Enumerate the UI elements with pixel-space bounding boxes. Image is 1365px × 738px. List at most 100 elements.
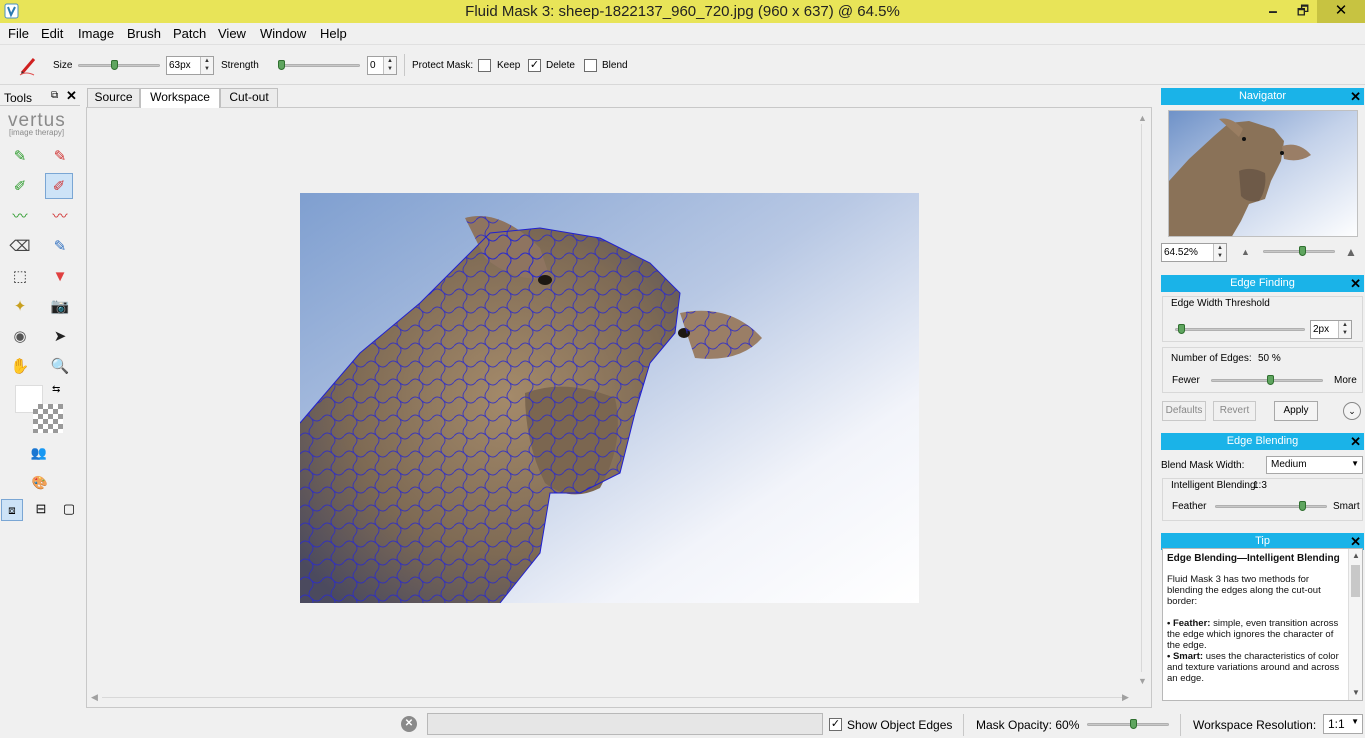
workspace-resolution-value: 1:1 — [1328, 717, 1345, 731]
tip-smart-term: • Smart: — [1167, 651, 1204, 662]
status-divider-2 — [1180, 714, 1181, 736]
menu-brush[interactable]: Brush — [127, 26, 161, 41]
horizontal-scrollbar[interactable] — [102, 697, 1122, 698]
size-slider[interactable] — [78, 64, 160, 67]
revert-button[interactable]: Revert — [1213, 401, 1256, 421]
zoom-tool-icon[interactable]: 🔍 — [46, 354, 74, 380]
vertical-scrollbar[interactable] — [1141, 124, 1142, 672]
palette-icon[interactable]: 🎨 — [26, 470, 54, 496]
show-object-edges-checkbox[interactable]: ✓ — [829, 718, 842, 731]
edge-width-spinbox[interactable]: 2px ▲ ▼ — [1310, 320, 1352, 339]
delete-checkbox[interactable]: ✓ — [528, 59, 541, 72]
number-of-edges-thumb[interactable] — [1267, 375, 1274, 385]
navigator-thumbnail[interactable] — [1168, 110, 1358, 237]
keep-brush-tool-icon[interactable]: ✎ — [6, 144, 34, 170]
navigator-zoom-thumb[interactable] — [1299, 246, 1306, 256]
edge-width-arrows[interactable]: ▲ ▼ — [1338, 321, 1351, 338]
background-color-swatch[interactable] — [33, 404, 63, 433]
zoom-in-icon[interactable]: ▲ — [1345, 245, 1357, 259]
close-button[interactable]: ✕ — [1317, 0, 1365, 23]
menu-window[interactable]: Window — [260, 26, 306, 41]
restore-button[interactable]: 🗗 — [1288, 0, 1318, 23]
workspace-resolution-select[interactable]: 1:1 ▼ — [1323, 714, 1363, 734]
tip-title: Tip — [1255, 535, 1270, 547]
strength-slider-thumb[interactable] — [278, 60, 285, 70]
tab-workspace[interactable]: Workspace — [140, 88, 220, 108]
blend-checkbox[interactable] — [584, 59, 597, 72]
menu-patch[interactable]: Patch — [173, 26, 206, 41]
scroll-right-arrow[interactable]: ▶ — [1122, 692, 1129, 703]
delete-local-brush-tool-icon[interactable]: ✐ — [45, 173, 73, 199]
menu-image[interactable]: Image — [78, 26, 114, 41]
title-bar: Fluid Mask 3: sheep-1822137_960_720.jpg … — [0, 0, 1365, 23]
tip-text: Edge Blending—Intelligent Blending Fluid… — [1167, 553, 1347, 684]
size-slider-thumb[interactable] — [110, 60, 118, 70]
close-navigator-icon[interactable]: ✕ — [1350, 88, 1361, 105]
camera-tool-icon[interactable]: 📷 — [46, 294, 74, 320]
blend-mask-width-select[interactable]: Medium ▼ — [1266, 456, 1363, 474]
keep-exact-brush-tool-icon[interactable]: 〰 — [6, 204, 34, 230]
tip-scroll-thumb[interactable] — [1351, 565, 1360, 597]
split-view-icon[interactable]: ⊟ — [30, 499, 52, 521]
minimize-button[interactable]: 🗕 — [1258, 0, 1288, 23]
tip-content[interactable]: Edge Blending—Intelligent Blending Fluid… — [1162, 548, 1363, 701]
delete-exact-brush-tool-icon[interactable]: 〰 — [46, 204, 74, 230]
mask-opacity-slider[interactable] — [1087, 723, 1169, 726]
hand-tool-icon[interactable]: ✋ — [6, 354, 34, 380]
size-spin-arrows[interactable]: ▲ ▼ — [200, 57, 213, 74]
tab-source[interactable]: Source — [87, 88, 140, 107]
navigator-zoom-spinbox[interactable]: 64.52% ▲ ▼ — [1161, 243, 1227, 262]
apply-button[interactable]: Apply — [1274, 401, 1318, 421]
swap-colors-icon[interactable]: ⇆ — [52, 384, 60, 395]
menu-view[interactable]: View — [218, 26, 246, 41]
pointer-tool-icon[interactable]: ➤ — [46, 324, 74, 350]
zoom-out-icon[interactable]: ▲ — [1241, 247, 1250, 257]
tab-cut-out[interactable]: Cut-out — [220, 88, 278, 107]
navigator-header: Navigator ✕ — [1161, 88, 1364, 105]
expand-chevron-icon[interactable]: ⌄ — [1343, 402, 1361, 420]
menu-help[interactable]: Help — [320, 26, 347, 41]
strength-spin-arrows[interactable]: ▲ ▼ — [383, 57, 396, 74]
menu-edit[interactable]: Edit — [41, 26, 63, 41]
intelligent-blending-thumb[interactable] — [1299, 501, 1306, 511]
intelligent-blending-slider[interactable] — [1215, 505, 1327, 508]
cancel-process-icon[interactable]: ✕ — [401, 716, 417, 732]
close-edge-finding-icon[interactable]: ✕ — [1350, 275, 1361, 292]
eraser-tool-icon[interactable]: ⌫ — [6, 234, 34, 260]
float-panel-icon[interactable]: ⧉ — [51, 90, 58, 101]
tools-panel-title: Tools — [4, 91, 33, 105]
keep-local-brush-tool-icon[interactable]: ✐ — [6, 174, 34, 200]
tip-scroll-down-icon[interactable]: ▼ — [1352, 688, 1360, 697]
defaults-button[interactable]: Defaults — [1162, 401, 1206, 421]
image-transfer-icon[interactable]: 👥 — [16, 440, 62, 466]
resolution-dropdown-arrow-icon: ▼ — [1351, 717, 1359, 726]
tip-scroll-up-icon[interactable]: ▲ — [1352, 551, 1360, 560]
navigator-zoom-arrows[interactable]: ▲ ▼ — [1213, 244, 1226, 261]
strength-spinbox[interactable]: 0 ▲ ▼ — [367, 56, 397, 75]
selection-tool-icon[interactable]: ⬚ — [6, 264, 34, 290]
close-edge-blending-icon[interactable]: ✕ — [1350, 433, 1361, 450]
number-of-edges-label: Number of Edges: — [1171, 353, 1252, 364]
tip-feather-item: • Feather: simple, even transition acros… — [1167, 618, 1347, 651]
mask-opacity-thumb[interactable] — [1130, 719, 1138, 729]
keep-checkbox[interactable] — [478, 59, 491, 72]
sheep-image-with-edges[interactable] — [300, 193, 919, 603]
eyedropper-tool-icon[interactable]: ◉ — [6, 324, 34, 350]
size-spinbox[interactable]: 63px ▲ ▼ — [166, 56, 214, 75]
blend-brush-tool-icon[interactable]: ✎ — [46, 234, 74, 260]
full-view-icon[interactable]: ▢ — [58, 499, 80, 521]
delete-brush-tool-icon[interactable]: ✎ — [46, 144, 74, 170]
scroll-left-arrow[interactable]: ◀ — [91, 692, 98, 703]
edge-width-thumb[interactable] — [1178, 324, 1185, 334]
edge-width-slider[interactable] — [1175, 328, 1305, 331]
menu-file[interactable]: File — [8, 26, 29, 41]
close-tools-icon[interactable]: ✕ — [66, 88, 77, 104]
magic-wand-tool-icon[interactable]: ✦ — [6, 294, 34, 320]
tip-scrollbar[interactable]: ▲ ▼ — [1348, 549, 1362, 700]
strength-slider[interactable] — [278, 64, 360, 67]
edge-blending-panel: Edge Blending ✕ Blend Mask Width: Medium… — [1161, 433, 1364, 523]
scroll-up-arrow[interactable]: ▲ — [1138, 113, 1147, 123]
fill-patch-tool-icon[interactable]: ▼ — [46, 264, 74, 290]
single-view-icon[interactable]: ⧈ — [1, 499, 23, 521]
scroll-down-arrow[interactable]: ▼ — [1138, 676, 1147, 686]
